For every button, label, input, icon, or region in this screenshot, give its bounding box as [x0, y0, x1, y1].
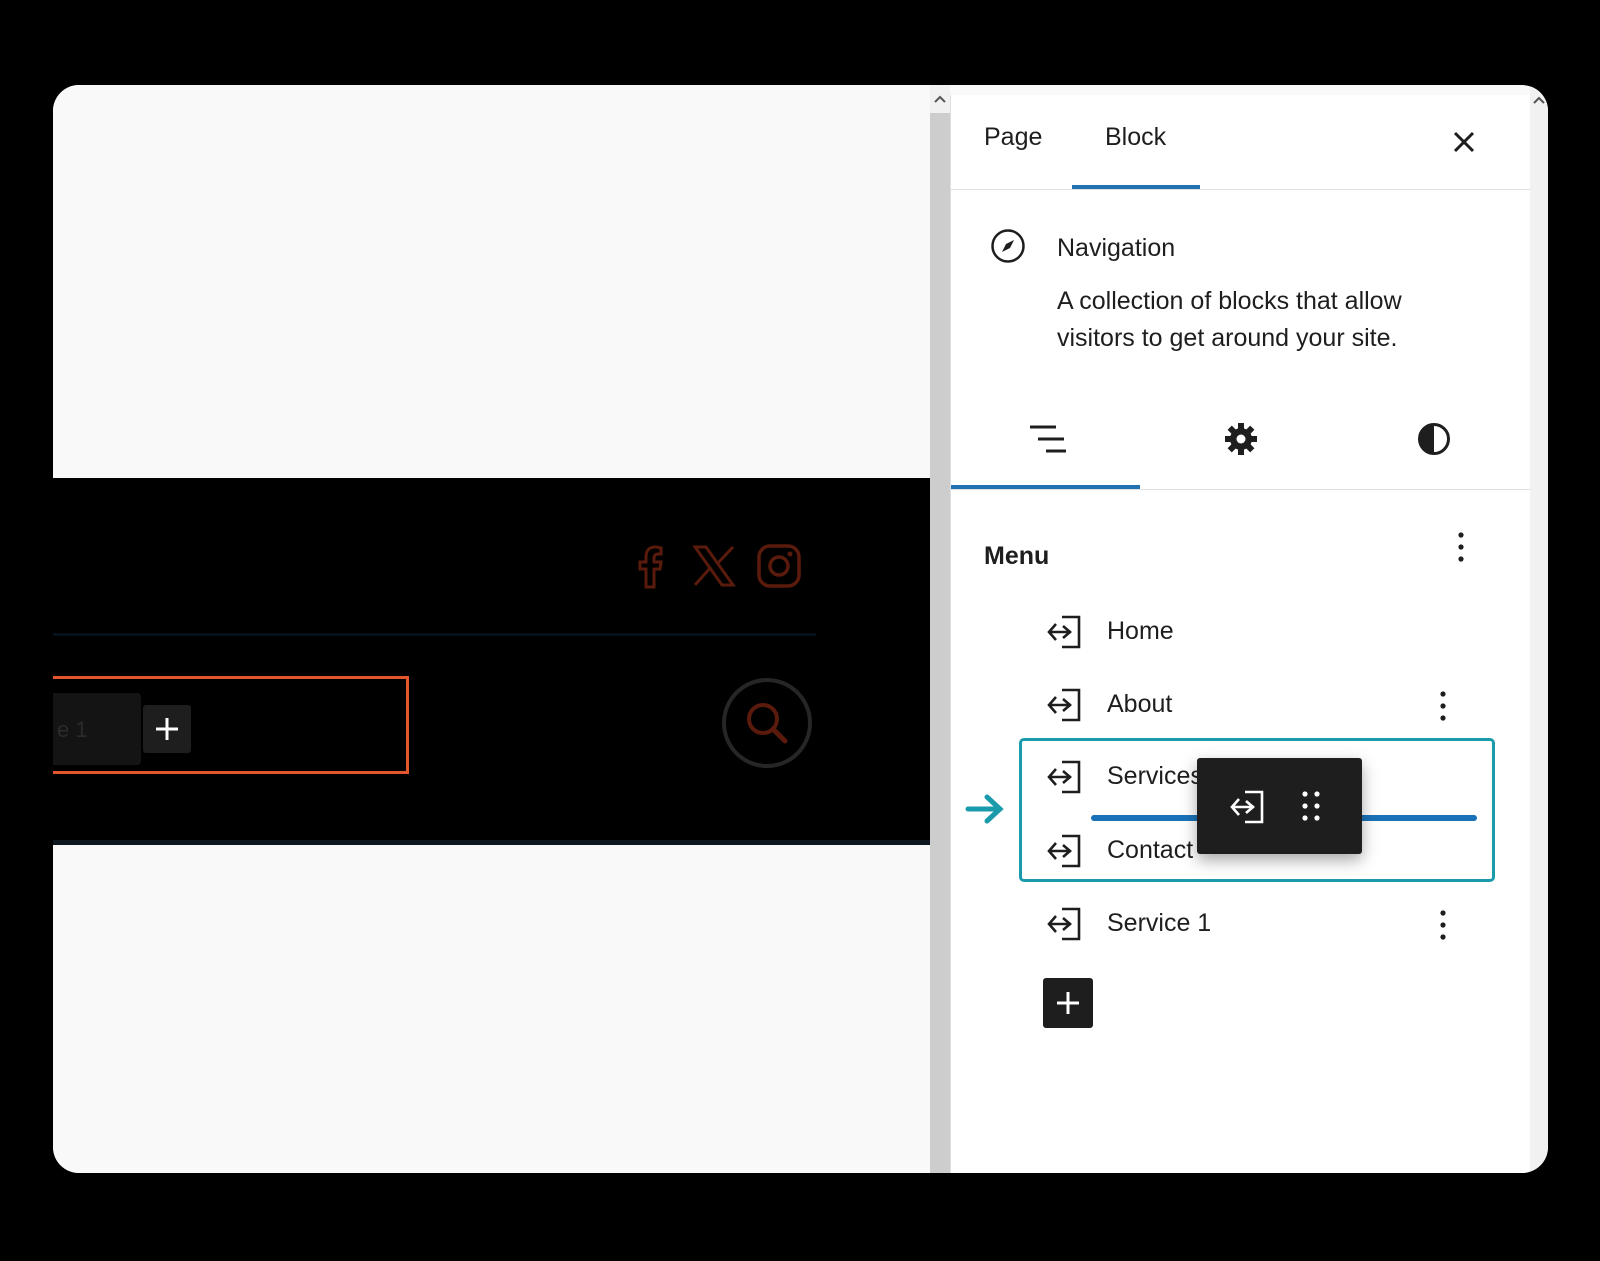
block-card: Navigation A collection of blocks that a… [951, 189, 1531, 389]
chevron-up-icon [1533, 96, 1545, 104]
list-item-label: Contact [1107, 836, 1194, 864]
login-icon [1047, 615, 1081, 649]
settings-sidebar: Page Block Navigation A collection of bl… [950, 95, 1531, 1173]
header-block[interactable]: e 1 [53, 478, 930, 845]
chevron-up-icon [934, 95, 946, 103]
search-icon [747, 703, 788, 744]
scroll-up-arrow[interactable] [930, 85, 950, 113]
more-vertical-icon [1458, 532, 1464, 562]
block-inspector-tabs [951, 389, 1531, 490]
list-view-icon [1029, 425, 1066, 453]
separator [53, 633, 816, 636]
list-item-label: Service 1 [1107, 909, 1212, 937]
sidebar-tabs: Page Block [951, 95, 1531, 190]
editor-canvas[interactable]: e 1 [53, 85, 930, 1173]
navigation-block-outline[interactable]: e 1 [53, 676, 409, 774]
compass-icon [991, 229, 1025, 263]
editor-window: e 1 Page Block Navigation A collection o… [53, 85, 1548, 1173]
more-vertical-icon [1440, 691, 1446, 721]
add-block-button[interactable] [143, 705, 191, 753]
login-icon [1047, 688, 1081, 722]
scroll-up-arrow[interactable] [1530, 91, 1548, 109]
list-item-label: Home [1107, 617, 1174, 645]
list-item-home[interactable]: Home [1046, 609, 1506, 657]
login-icon [1047, 907, 1081, 941]
arrow-right-icon [965, 794, 1004, 824]
close-icon [1453, 131, 1475, 153]
active-subtab-indicator [951, 485, 1140, 489]
menu-title: Menu [984, 542, 1050, 570]
list-item-label: Services [1107, 762, 1203, 790]
login-icon [1230, 790, 1264, 824]
x-icon[interactable] [691, 543, 737, 589]
search-button[interactable] [722, 678, 812, 768]
tab-list-view[interactable] [951, 389, 1144, 489]
sidebar-scrollbar[interactable] [1530, 85, 1548, 1173]
tab-settings[interactable] [1144, 389, 1337, 489]
item-options-button[interactable] [1431, 905, 1455, 945]
list-item-label: About [1107, 690, 1173, 718]
facebook-icon[interactable] [628, 543, 674, 589]
block-description: A collection of blocks that allow visito… [1057, 287, 1402, 352]
canvas-scrollbar[interactable] [930, 85, 950, 1173]
login-icon [1047, 834, 1081, 868]
ghost-nav-item: e 1 [53, 693, 141, 765]
add-menu-item-button[interactable] [1043, 978, 1093, 1028]
tab-page[interactable]: Page [984, 123, 1042, 152]
plus-icon [1057, 992, 1079, 1014]
item-options-button[interactable] [1431, 686, 1455, 726]
more-vertical-icon [1440, 910, 1446, 940]
drag-chip[interactable] [1197, 758, 1362, 854]
contrast-icon [1417, 423, 1450, 455]
drag-handle-icon [1302, 791, 1320, 821]
instagram-icon[interactable] [756, 543, 802, 589]
gear-icon [1224, 423, 1257, 455]
tab-styles[interactable] [1337, 389, 1530, 489]
menu-options-button[interactable] [1449, 527, 1473, 567]
plus-icon [156, 718, 178, 740]
tab-block[interactable]: Block [1105, 123, 1166, 152]
block-title: Navigation [1057, 234, 1176, 262]
header-bottom-border [53, 840, 930, 845]
close-sidebar-button[interactable] [1447, 125, 1481, 159]
login-icon [1047, 760, 1081, 794]
